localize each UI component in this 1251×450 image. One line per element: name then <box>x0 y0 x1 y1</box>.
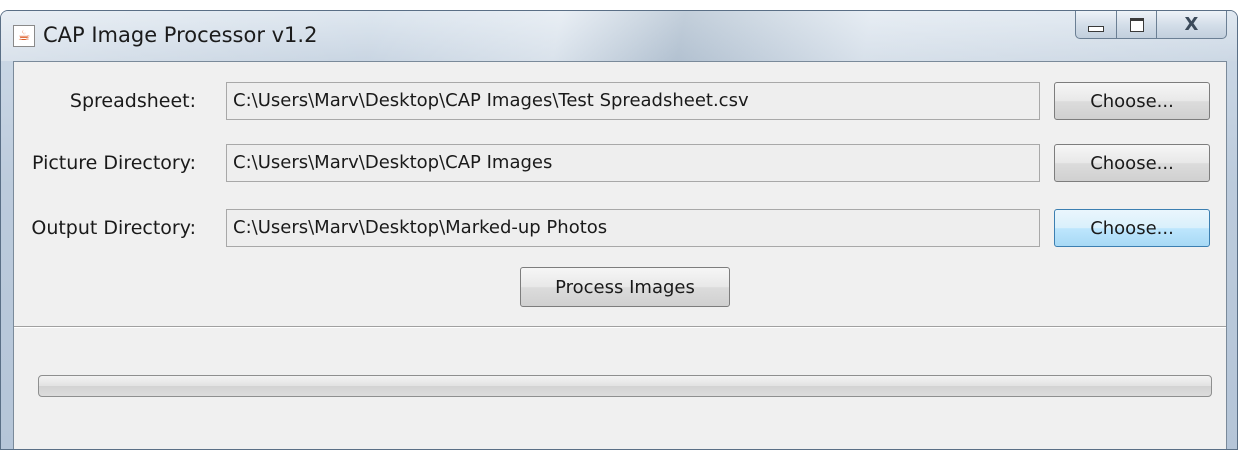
spreadsheet-row: Spreadsheet: C:\Users\Marv\Desktop\CAP I… <box>14 82 1226 120</box>
minimize-button[interactable] <box>1075 11 1117 39</box>
picture-directory-label: Picture Directory: <box>32 152 196 174</box>
output-directory-field[interactable]: C:\Users\Marv\Desktop\Marked-up Photos <box>226 209 1040 247</box>
title-bar[interactable]: ☕ CAP Image Processor v1.2 X <box>1 11 1237 61</box>
close-icon: X <box>1184 14 1199 35</box>
output-directory-choose-button[interactable]: Choose... <box>1054 209 1210 247</box>
java-cup-icon[interactable]: ☕ <box>13 25 35 47</box>
spreadsheet-choose-button[interactable]: Choose... <box>1054 82 1210 120</box>
picture-directory-field[interactable]: C:\Users\Marv\Desktop\CAP Images <box>226 144 1040 182</box>
screenshot-stage: ☕ CAP Image Processor v1.2 X Spreadsheet… <box>0 0 1251 450</box>
progress-bar <box>38 375 1212 397</box>
maximize-button[interactable] <box>1117 11 1157 39</box>
output-directory-row: Output Directory: C:\Users\Marv\Desktop\… <box>14 209 1226 247</box>
window-title: CAP Image Processor v1.2 <box>43 23 318 47</box>
spreadsheet-path-field[interactable]: C:\Users\Marv\Desktop\CAP Images\Test Sp… <box>226 82 1040 120</box>
maximize-icon <box>1129 17 1144 32</box>
spreadsheet-label: Spreadsheet: <box>69 90 196 112</box>
process-images-button[interactable]: Process Images <box>520 267 730 307</box>
window-controls: X <box>1075 11 1227 41</box>
picture-directory-row: Picture Directory: C:\Users\Marv\Desktop… <box>14 144 1226 182</box>
close-button[interactable]: X <box>1157 11 1227 39</box>
minimize-icon <box>1088 25 1104 32</box>
output-directory-label: Output Directory: <box>31 217 196 239</box>
app-window: ☕ CAP Image Processor v1.2 X Spreadsheet… <box>0 10 1238 450</box>
section-divider <box>14 326 1226 328</box>
picture-directory-choose-button[interactable]: Choose... <box>1054 144 1210 182</box>
client-area: Spreadsheet: C:\Users\Marv\Desktop\CAP I… <box>13 61 1227 449</box>
